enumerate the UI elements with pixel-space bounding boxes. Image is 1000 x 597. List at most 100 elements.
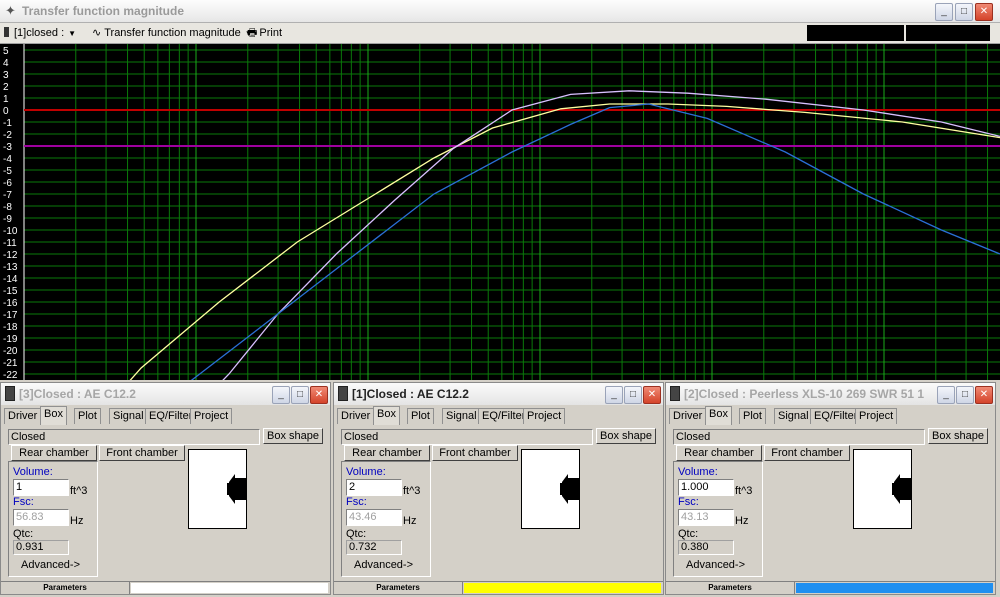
y-tick-label: -18 xyxy=(3,322,18,333)
y-tick-label: -20 xyxy=(3,346,18,357)
fsc-unit: Hz xyxy=(70,515,84,527)
box-diagram xyxy=(853,449,912,529)
y-tick-label: -4 xyxy=(3,154,12,165)
tab-box[interactable]: Box xyxy=(373,406,400,425)
advanced-button[interactable]: Advanced-> xyxy=(21,559,80,571)
tab-driver[interactable]: Driver xyxy=(669,408,707,424)
panel-close-button[interactable]: ✕ xyxy=(643,386,661,404)
main-title-bar: ✦ Transfer function magnitude _ □ ✕ xyxy=(0,0,1000,23)
y-tick-label: -15 xyxy=(3,286,18,297)
tab-eq-filter[interactable]: EQ/Filter xyxy=(478,408,530,424)
rear-chamber-button[interactable]: Rear chamber xyxy=(11,445,97,461)
panel-minimize-button[interactable]: _ xyxy=(272,386,290,404)
tab-plot[interactable]: Plot xyxy=(407,408,434,424)
y-tick-label: -16 xyxy=(3,298,18,309)
y-tick-label: -1 xyxy=(3,118,12,129)
tab-box[interactable]: Box xyxy=(705,406,732,425)
parameters-status: Parameters xyxy=(1,582,130,594)
transfer-function-chart[interactable]: 543210-1-2-3-4-5-6-7-8-9-10-11-12-13-14-… xyxy=(0,44,1000,380)
volume-unit: ft^3 xyxy=(70,485,88,497)
box-type-field: Closed xyxy=(341,429,593,445)
tab-project[interactable]: Project xyxy=(855,408,898,424)
print-label: Print xyxy=(259,27,283,39)
panel-maximize-button[interactable]: □ xyxy=(624,386,642,404)
panel-minimize-button[interactable]: _ xyxy=(605,386,623,404)
fsc-input[interactable]: 43.13 xyxy=(678,509,734,526)
box-type-field: Closed xyxy=(8,429,260,445)
y-tick-label: 0 xyxy=(3,106,9,117)
front-chamber-button[interactable]: Front chamber xyxy=(764,445,850,461)
volume-input[interactable]: 1 xyxy=(13,479,69,496)
box-panel-1: [3]Closed : AE C12.2 _ □ ✕ Driver Box Pl… xyxy=(0,382,331,595)
box-shape-button[interactable]: Box shape xyxy=(263,428,323,444)
y-tick-label: -5 xyxy=(3,166,12,177)
fsc-input[interactable]: 43.46 xyxy=(346,509,402,526)
tab-plot[interactable]: Plot xyxy=(739,408,766,424)
volume-input[interactable]: 2 xyxy=(346,479,402,496)
toolbar: [1]closed : ▼ ∿ Transfer function magnitud… xyxy=(0,23,1000,44)
panel-close-button[interactable]: ✕ xyxy=(975,386,993,404)
maximize-button[interactable]: □ xyxy=(955,3,973,21)
speaker-driver-icon xyxy=(892,474,911,504)
plot-background xyxy=(0,44,1000,380)
box-diagram xyxy=(521,449,580,529)
panel-title: [2]Closed : Peerless XLS-10 269 SWR 51 1… xyxy=(684,387,924,401)
qtc-label: Qtc: xyxy=(13,528,34,540)
box-shape-button[interactable]: Box shape xyxy=(928,428,988,444)
tab-eq-filter[interactable]: EQ/Filter xyxy=(145,408,197,424)
speaker-icon xyxy=(5,386,15,401)
tab-driver[interactable]: Driver xyxy=(4,408,42,424)
y-tick-label: 5 xyxy=(3,46,9,57)
box-shape-button[interactable]: Box shape xyxy=(596,428,656,444)
volume-label: Volume: xyxy=(346,466,386,478)
y-tick-label: -12 xyxy=(3,250,18,261)
y-tick-label: -8 xyxy=(3,202,12,213)
advanced-button[interactable]: Advanced-> xyxy=(354,559,413,571)
tab-eq-filter[interactable]: EQ/Filter xyxy=(810,408,862,424)
volume-label: Volume: xyxy=(13,466,53,478)
panel-minimize-button[interactable]: _ xyxy=(937,386,955,404)
tab-signal[interactable]: Signal xyxy=(774,408,813,424)
close-button[interactable]: ✕ xyxy=(975,3,993,21)
qtc-label: Qtc: xyxy=(678,528,699,540)
qtc-value: 0.380 xyxy=(678,540,734,555)
tab-signal[interactable]: Signal xyxy=(109,408,148,424)
fsc-input[interactable]: 56.83 xyxy=(13,509,69,526)
mode-dropdown[interactable]: ∿ Transfer function magnitude ▼ xyxy=(92,25,253,41)
y-tick-label: 3 xyxy=(3,70,9,81)
volume-unit: ft^3 xyxy=(735,485,753,497)
tab-driver[interactable]: Driver xyxy=(337,408,375,424)
print-button[interactable]: 🖶 Print xyxy=(247,25,282,41)
y-tick-label: -6 xyxy=(3,178,12,189)
minimize-button[interactable]: _ xyxy=(935,3,953,21)
curve-color-swatch xyxy=(464,583,661,593)
app-icon: ✦ xyxy=(5,3,16,18)
volume-input[interactable]: 1.000 xyxy=(678,479,734,496)
advanced-button[interactable]: Advanced-> xyxy=(686,559,745,571)
box-panel-3: [2]Closed : Peerless XLS-10 269 SWR 51 1… xyxy=(665,382,996,595)
parameters-status: Parameters xyxy=(334,582,463,594)
panel-close-button[interactable]: ✕ xyxy=(310,386,328,404)
panel-maximize-button[interactable]: □ xyxy=(291,386,309,404)
printer-icon: 🖶 xyxy=(247,27,258,39)
volume-unit: ft^3 xyxy=(403,485,421,497)
mode-label: Transfer function magnitude xyxy=(104,27,241,39)
tab-project[interactable]: Project xyxy=(523,408,566,424)
panel-title: [3]Closed : AE C12.2 xyxy=(19,387,136,401)
rear-chamber-button[interactable]: Rear chamber xyxy=(676,445,762,461)
tab-project[interactable]: Project xyxy=(190,408,233,424)
speaker-icon xyxy=(4,27,9,37)
panel-maximize-button[interactable]: □ xyxy=(956,386,974,404)
y-tick-label: -10 xyxy=(3,226,18,237)
tab-signal[interactable]: Signal xyxy=(442,408,481,424)
tab-plot[interactable]: Plot xyxy=(74,408,101,424)
front-chamber-button[interactable]: Front chamber xyxy=(432,445,518,461)
tab-box[interactable]: Box xyxy=(40,406,67,425)
y-tick-label: -2 xyxy=(3,130,12,141)
parameters-status: Parameters xyxy=(666,582,795,594)
chevron-down-icon: ▼ xyxy=(68,29,77,38)
rear-chamber-button[interactable]: Rear chamber xyxy=(344,445,430,461)
box-selector-dropdown[interactable]: [1]closed : ▼ xyxy=(4,25,76,41)
speaker-icon xyxy=(670,386,680,401)
front-chamber-button[interactable]: Front chamber xyxy=(99,445,185,461)
